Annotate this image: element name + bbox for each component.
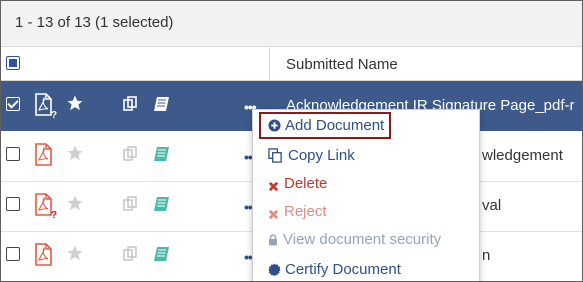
- star-icon[interactable]: [66, 244, 84, 267]
- table-header: Submitted Name: [1, 47, 582, 81]
- certificate-icon: [268, 263, 281, 281]
- menu-item-copy-link[interactable]: Copy Link: [253, 143, 479, 169]
- document-list-panel: 1 - 13 of 13 (1 selected) Submitted Name…: [0, 0, 583, 282]
- row-checkbox[interactable]: [6, 97, 20, 111]
- row-submitted-name[interactable]: val: [482, 197, 501, 214]
- book-icon[interactable]: [153, 146, 171, 167]
- row-actions-menu: Add Document Copy Link Delete Reject Vie…: [252, 109, 480, 281]
- menu-item-delete[interactable]: Delete: [253, 171, 479, 197]
- row-checkbox[interactable]: [6, 197, 20, 211]
- select-all-checkbox[interactable]: [6, 56, 20, 70]
- x-icon: [268, 179, 279, 197]
- book-icon[interactable]: [153, 196, 171, 217]
- x-icon: [268, 207, 279, 225]
- copy-icon[interactable]: [123, 146, 139, 167]
- pdf-icon[interactable]: [33, 243, 57, 274]
- row-submitted-name[interactable]: n: [482, 247, 490, 264]
- results-bar: 1 - 13 of 13 (1 selected): [1, 1, 582, 47]
- pdf-icon[interactable]: [33, 143, 57, 174]
- book-icon[interactable]: [153, 246, 171, 267]
- menu-item-reject[interactable]: Reject: [253, 199, 479, 225]
- copy-link-icon: [268, 148, 283, 168]
- svg-text:?: ?: [51, 110, 57, 119]
- pdf-icon[interactable]: ?: [33, 193, 57, 224]
- star-icon[interactable]: [66, 194, 84, 217]
- column-header-submitted-name[interactable]: Submitted Name: [286, 56, 398, 73]
- column-divider: [269, 47, 270, 80]
- copy-icon[interactable]: [123, 196, 139, 217]
- menu-item-certify-document[interactable]: Certify Document: [253, 257, 479, 281]
- menu-item-label: Reject: [284, 203, 327, 220]
- row-submitted-name[interactable]: wledgement: [482, 147, 563, 164]
- book-icon[interactable]: [153, 96, 171, 117]
- svg-text:?: ?: [51, 210, 57, 219]
- highlight-box: [259, 112, 391, 139]
- star-icon[interactable]: [66, 144, 84, 167]
- menu-item-label: Copy Link: [288, 147, 355, 164]
- menu-item-label: View document security: [283, 231, 442, 248]
- copy-icon[interactable]: [123, 96, 139, 117]
- menu-item-label: Delete: [284, 175, 328, 192]
- lock-icon: [268, 233, 278, 251]
- star-icon[interactable]: [66, 94, 84, 117]
- row-checkbox[interactable]: [6, 147, 20, 161]
- menu-item-label: Certify Document: [285, 261, 401, 278]
- pdf-icon[interactable]: ?: [33, 93, 57, 124]
- results-count: 1 - 13 of 13 (1 selected): [15, 14, 174, 31]
- menu-item-view-document-security[interactable]: View document security: [253, 227, 479, 253]
- copy-icon[interactable]: [123, 246, 139, 267]
- row-checkbox[interactable]: [6, 247, 20, 261]
